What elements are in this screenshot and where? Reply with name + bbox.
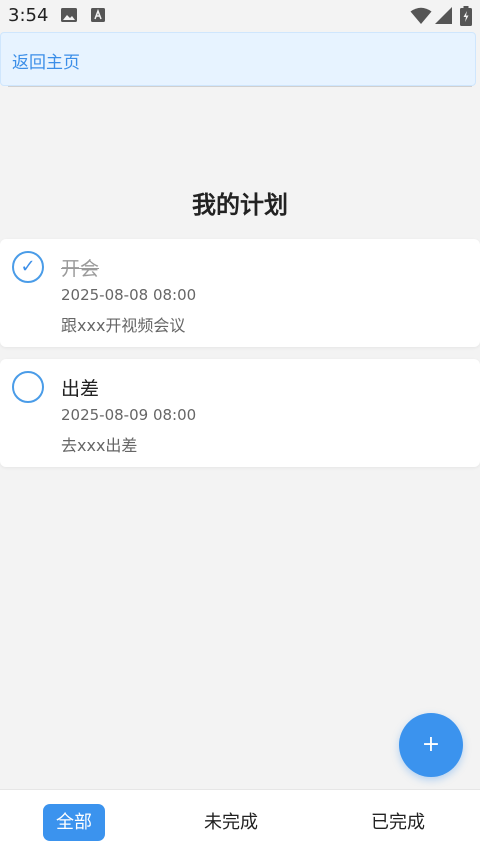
plan-card[interactable]: 出差 2025-08-09 08:00 去xxx出差 <box>0 359 480 467</box>
divider <box>8 86 472 87</box>
status-bar: 3:54 <box>0 0 480 32</box>
tab-bar: 全部 未完成 已完成 <box>0 789 480 854</box>
battery-icon <box>460 6 472 26</box>
check-circle[interactable]: ✓ <box>12 251 44 283</box>
wifi-icon <box>410 7 432 24</box>
back-home-link[interactable]: 返回主页 <box>12 48 80 73</box>
plan-title: 出差 <box>61 378 100 400</box>
page-title: 我的计划 <box>192 191 288 219</box>
add-plan-button[interactable]: + <box>399 713 463 777</box>
plan-description: 去xxx出差 <box>61 436 138 455</box>
back-header: 返回主页 <box>0 32 476 86</box>
plan-datetime: 2025-08-08 08:00 <box>61 286 197 304</box>
tab-all[interactable]: 全部 <box>43 804 105 841</box>
plan-title: 开会 <box>61 258 100 280</box>
plan-card[interactable]: ✓ 开会 2025-08-08 08:00 跟xxx开视频会议 <box>0 239 480 347</box>
tab-completed[interactable]: 已完成 <box>357 804 439 841</box>
check-circle[interactable] <box>12 371 44 403</box>
tab-pending[interactable]: 未完成 <box>190 804 272 841</box>
signal-icon <box>435 7 452 24</box>
a-icon <box>91 8 105 22</box>
image-icon <box>61 8 77 22</box>
status-time: 3:54 <box>8 5 49 26</box>
plan-datetime: 2025-08-09 08:00 <box>61 406 197 424</box>
plan-description: 跟xxx开视频会议 <box>61 316 186 335</box>
